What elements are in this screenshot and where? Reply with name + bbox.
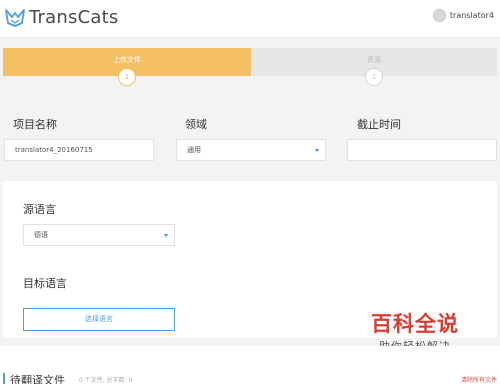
watermark-title: 百科全说 bbox=[371, 312, 459, 336]
files-title: 待翻译文件 bbox=[10, 374, 65, 384]
project-name-label: 项目名称 bbox=[13, 118, 57, 131]
top-bar: TransCats translator4 bbox=[0, 0, 500, 38]
progress-steps: 上传文件 1 资源 2 bbox=[3, 48, 497, 94]
username[interactable]: translator4 bbox=[450, 11, 494, 20]
chevron-down-icon bbox=[164, 234, 168, 237]
step-resources-number: 2 bbox=[365, 68, 383, 86]
avatar[interactable] bbox=[432, 9, 446, 22]
chevron-down-icon bbox=[315, 149, 319, 152]
step-resources: 资源 2 bbox=[251, 48, 497, 86]
section-accent bbox=[3, 373, 5, 384]
clear-all-files-link[interactable]: 清除所有文件 bbox=[461, 375, 497, 384]
select-target-language-button[interactable]: 选择语言 bbox=[23, 308, 175, 331]
app-name: TransCats bbox=[29, 7, 119, 28]
source-language-select[interactable]: 德语 bbox=[23, 224, 175, 246]
files-summary: 0 个文件, 总字数: 0 bbox=[79, 377, 133, 384]
domain-select-value: 通用 bbox=[187, 146, 201, 154]
user-menu[interactable]: translator4 bbox=[432, 9, 494, 22]
step-upload-number: 1 bbox=[118, 68, 136, 86]
domain-label: 领域 bbox=[185, 118, 207, 131]
cat-logo-icon bbox=[5, 8, 25, 27]
project-name-input[interactable]: translator4_20160715 bbox=[4, 139, 154, 161]
files-section: 待翻译文件 0 个文件, 总字数: 0 清除所有文件 bbox=[0, 346, 500, 384]
step-upload: 上传文件 1 bbox=[3, 48, 251, 86]
logo[interactable]: TransCats bbox=[5, 7, 118, 28]
deadline-label: 截止时间 bbox=[357, 118, 401, 131]
step-resources-label: 资源 bbox=[367, 56, 381, 64]
domain-select[interactable]: 通用 bbox=[176, 139, 326, 161]
deadline-input[interactable] bbox=[347, 139, 497, 161]
step-upload-label: 上传文件 bbox=[113, 56, 141, 64]
source-language-value: 德语 bbox=[34, 231, 48, 239]
source-language-label: 源语言 bbox=[23, 203, 56, 216]
target-language-label: 目标语言 bbox=[23, 277, 67, 290]
